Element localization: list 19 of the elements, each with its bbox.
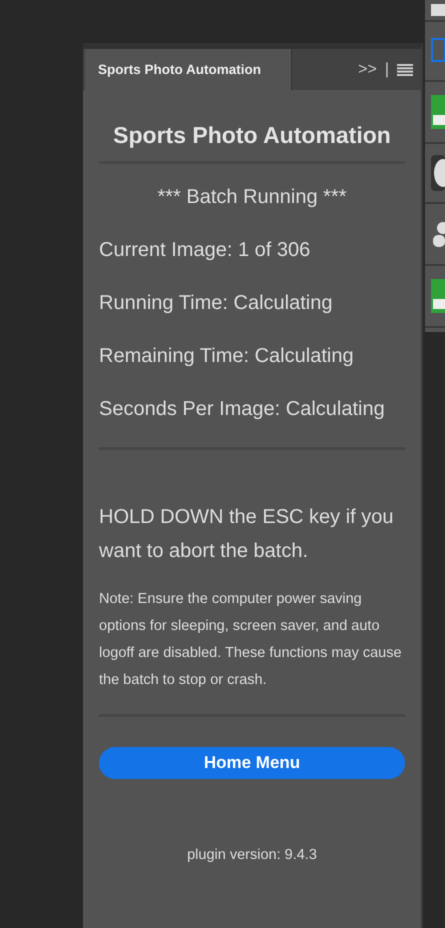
warning-text: HOLD DOWN the ESC key if you want to abort the batch. xyxy=(99,505,395,564)
batch-status: *** Batch Running *** xyxy=(156,186,348,209)
image-tile-icon[interactable] xyxy=(431,95,445,129)
version-text: plugin version: 9.4.3 xyxy=(186,847,318,863)
panel-title: Sports Photo Automation xyxy=(112,122,392,149)
expand-icon[interactable]: >> xyxy=(358,60,377,78)
person-icon[interactable] xyxy=(431,221,445,247)
note-text: Note: Ensure the computer power saving options for sleeping, screen saver, and auto logoff are disabled. These functions may cause the batch to stop or crash. xyxy=(99,590,403,690)
stat-line: Current Image: 1 of 306 xyxy=(99,239,312,262)
image-tile-icon[interactable] xyxy=(431,279,445,313)
stat-line: Running Time: Calculating xyxy=(99,292,334,315)
panel-tab[interactable]: Sports Photo Automation xyxy=(85,49,292,90)
dial-icon[interactable] xyxy=(431,155,445,191)
stat-line: Remaining Time: Calculating xyxy=(99,345,355,368)
home-menu-button[interactable]: Home Menu xyxy=(99,747,405,779)
separator-glyph: | xyxy=(384,60,389,78)
stat-line: Seconds Per Image: Calculating xyxy=(99,398,386,421)
frame-icon[interactable] xyxy=(431,38,445,64)
menu-icon[interactable] xyxy=(397,64,413,76)
